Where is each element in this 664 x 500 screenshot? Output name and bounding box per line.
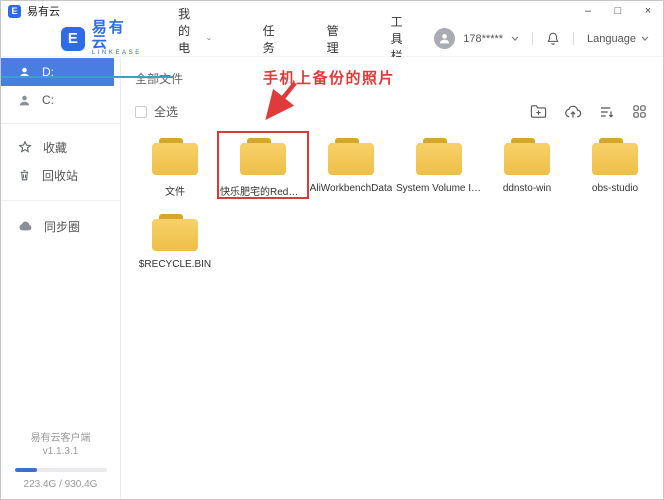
window-controls: – □ × (573, 1, 663, 21)
client-name: 易有云客户端 (30, 433, 91, 444)
sidebar-item-drive-d[interactable]: D: (1, 58, 114, 86)
sidebar: D: C: 收藏 回收站 同步圈 易有云客户端 v1.1.3.1 223.4G … (1, 57, 121, 499)
folder-name: obs-studio (591, 183, 639, 194)
tab-my-computer[interactable]: 我的电脑 (152, 7, 236, 72)
app-icon: E (8, 4, 21, 18)
body: D: C: 收藏 回收站 同步圈 易有云客户端 v1.1.3.1 223.4G … (1, 57, 663, 499)
folder-grid: 文件 快乐肥宅的Redmi 10X… AliWorkbenchData Syst… (121, 120, 663, 285)
minimize-button[interactable]: – (573, 1, 603, 21)
logo-name: 易有云 (91, 19, 126, 51)
storage-bar (14, 468, 107, 472)
trash-icon (20, 170, 29, 181)
folder-name: AliWorkbenchData (309, 183, 393, 194)
folder-item[interactable]: ddnsto-win (483, 133, 571, 197)
folder-item[interactable]: 文件 (131, 133, 219, 197)
tab-tasks[interactable]: 任务 (237, 21, 301, 57)
tab-management[interactable]: 管理 (301, 21, 365, 57)
client-version: v1.1.3.1 (42, 446, 79, 457)
language-selector[interactable]: Language (587, 33, 649, 45)
tab-all-files[interactable]: 全部文件 (121, 57, 183, 87)
nav-right: 178***** Language (434, 28, 649, 49)
folder-icon (152, 214, 198, 251)
logo-subtitle: LINKEASE (91, 50, 142, 56)
sort-icon (601, 106, 614, 118)
folder-icon (240, 138, 286, 175)
grid-view-button[interactable] (632, 104, 647, 119)
chevron-down-icon[interactable] (511, 36, 519, 41)
nav-tabs: 我的电脑 任务 管理 工具栏 (152, 7, 435, 72)
select-all-checkbox[interactable] (135, 105, 147, 118)
divider (573, 32, 575, 45)
cloud-upload-icon (565, 105, 582, 118)
tab-toolbar[interactable]: 工具栏 (365, 15, 435, 63)
folder-name: ddnsto-win (502, 183, 552, 194)
divider (532, 32, 534, 45)
storage-text: 223.4G / 930.4G (23, 479, 98, 490)
grid-view-icon (633, 105, 646, 118)
folder-icon (416, 138, 462, 175)
folder-icon (504, 138, 550, 175)
folder-name: System Volume Infor… (396, 183, 482, 194)
new-folder-button[interactable] (530, 104, 547, 119)
storage-bar-fill (14, 468, 37, 472)
divider (1, 200, 120, 201)
avatar[interactable] (434, 28, 456, 49)
username[interactable]: 178***** (463, 33, 503, 45)
title-bar: E 易有云 – □ × (1, 1, 663, 21)
user-icon (440, 34, 450, 44)
folder-icon (328, 138, 374, 175)
select-all-label: 全选 (154, 105, 179, 119)
maximize-button[interactable]: □ (603, 1, 633, 21)
loading-progress-bar (1, 76, 174, 78)
folder-name: 文件 (165, 187, 185, 197)
annotation-label: 手机上备份的照片 (263, 70, 396, 87)
app-window: E 易有云 – □ × E 易有云 LINKEASE 我的电脑 任务 管理 工具… (0, 0, 664, 500)
sidebar-item-sync-circle[interactable]: 同步圈 (1, 212, 120, 240)
action-row: 全选 (121, 88, 663, 120)
sidebar-item-favorites[interactable]: 收藏 (1, 133, 120, 161)
cloud-icon (19, 221, 32, 231)
folder-item[interactable]: $RECYCLE.BIN (131, 209, 219, 273)
folder-name: $RECYCLE.BIN (138, 259, 212, 270)
chevron-down-icon (207, 37, 211, 40)
toolbar (530, 104, 647, 119)
sort-button[interactable] (599, 105, 615, 119)
bell-icon[interactable] (546, 31, 560, 46)
sidebar-item-drive-c[interactable]: C: (1, 86, 120, 114)
new-folder-icon (530, 105, 547, 118)
folder-item[interactable]: obs-studio (571, 133, 659, 197)
divider (1, 123, 120, 124)
main-panel: 全部文件 全选 文件 快乐肥宅的Redmi AliWorkbenchData S… (121, 57, 663, 499)
folder-icon (592, 138, 638, 175)
folder-item[interactable]: 快乐肥宅的Redmi 10X… (219, 133, 307, 197)
folder-name: 快乐肥宅的Redmi 10X… (220, 187, 306, 197)
nav-bar: E 易有云 LINKEASE 我的电脑 任务 管理 工具栏 178***** (1, 7, 663, 78)
sidebar-item-recycle-bin[interactable]: 回收站 (1, 161, 120, 189)
upload-button[interactable] (564, 104, 582, 119)
chevron-down-icon (641, 36, 649, 41)
folder-item[interactable]: AliWorkbenchData (307, 133, 395, 197)
folder-icon (152, 138, 198, 175)
folder-item[interactable]: System Volume Infor… (395, 133, 483, 197)
sidebar-footer: 易有云客户端 v1.1.3.1 223.4G / 930.4G (1, 432, 120, 490)
star-icon (18, 140, 32, 153)
close-button[interactable]: × (633, 1, 663, 21)
window-title: 易有云 (27, 6, 60, 18)
drive-user-icon (19, 95, 30, 105)
logo-icon: E (61, 26, 85, 51)
app-logo: E 易有云 LINKEASE (61, 20, 142, 57)
